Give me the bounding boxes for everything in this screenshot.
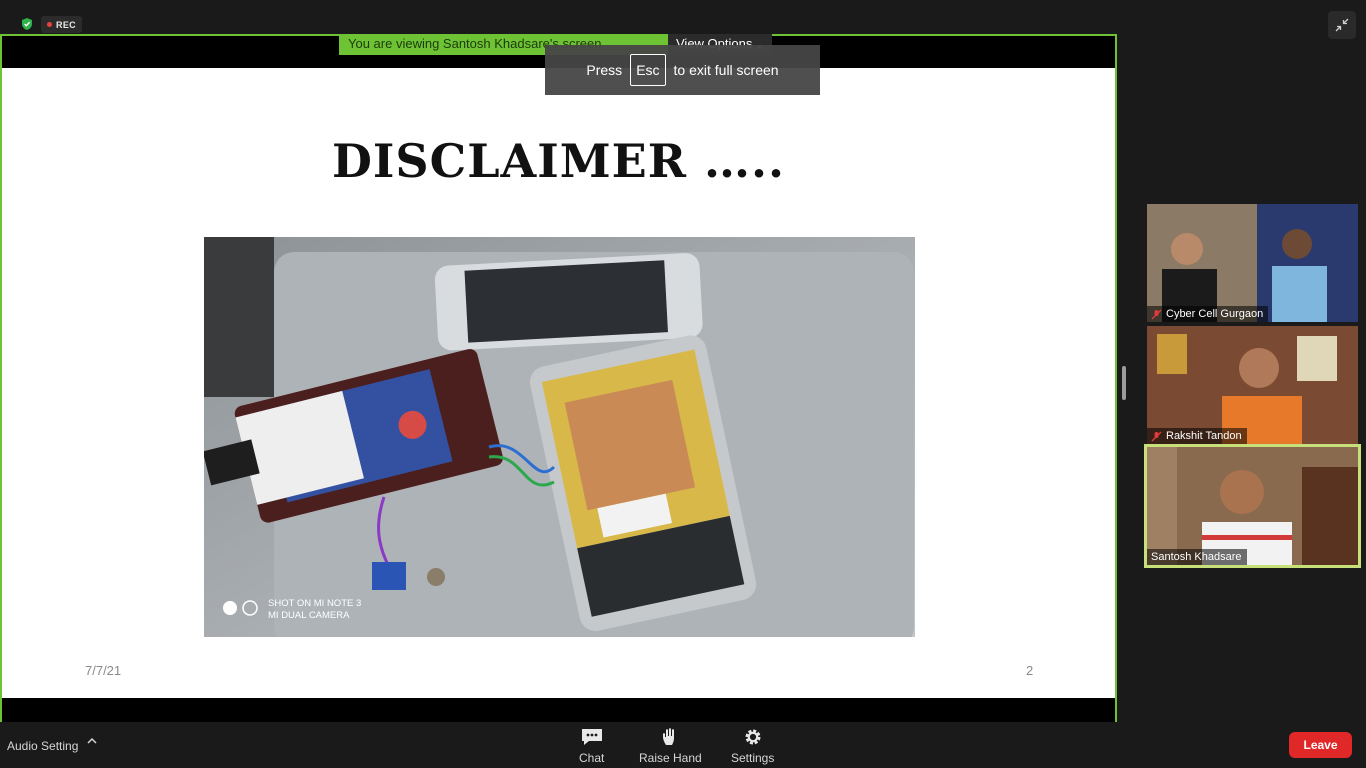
participant-name-tag: Cyber Cell Gurgaon [1147, 306, 1269, 322]
gear-icon [745, 729, 761, 745]
chat-label: Chat [579, 751, 605, 765]
chat-bubble-icon [581, 729, 602, 745]
participant-name: Santosh Khadsare [1151, 551, 1242, 563]
collapse-arrows-icon [1335, 18, 1349, 32]
participant-name: Cyber Cell Gurgaon [1166, 308, 1264, 320]
photo-watermark-line2: MI DUAL CAMERA [268, 610, 350, 621]
chevron-up-icon[interactable] [86, 736, 98, 746]
toast-press-text: Press [586, 62, 623, 78]
meeting-toolbar: Audio Setting Chat Raise Hand Settings L… [0, 722, 1366, 768]
photo-watermark-line1: SHOT ON MI NOTE 3 [268, 598, 361, 609]
raise-hand-label: Raise Hand [639, 751, 702, 765]
esc-key-label: Esc [630, 54, 666, 86]
muted-microphone-icon [1151, 309, 1162, 319]
security-shield-icon[interactable] [20, 17, 34, 31]
exit-fullscreen-toast: Press Esc to exit full screen [545, 45, 820, 95]
participant-name: Rakshit Tandon [1166, 430, 1242, 442]
raise-hand-button[interactable]: Raise Hand [639, 727, 702, 765]
participant-tile-rakshit-tandon[interactable]: Rakshit Tandon [1147, 326, 1358, 444]
participant-tile-cyber-cell-gurgaon[interactable]: Cyber Cell Gurgaon [1147, 204, 1358, 322]
panel-resize-handle[interactable] [1122, 366, 1126, 400]
settings-button[interactable]: Settings [731, 727, 774, 765]
slide-page-number: 2 [1026, 663, 1034, 678]
participant-name-tag: Rakshit Tandon [1147, 428, 1247, 444]
muted-microphone-icon [1151, 431, 1162, 441]
participant-tile-santosh-khadsare[interactable]: Santosh Khadsare [1144, 444, 1361, 568]
settings-label: Settings [731, 751, 775, 765]
recording-dot-icon [47, 22, 53, 27]
raised-hand-icon [663, 728, 675, 745]
leave-button[interactable]: Leave [1289, 732, 1352, 758]
toast-suffix-text: to exit full screen [673, 62, 779, 78]
slide-date: 7/7/21 [85, 663, 122, 678]
slide-title: DISCLAIMER ….. [331, 134, 786, 188]
audio-setting-button[interactable]: Audio Setting [7, 739, 78, 753]
exit-fullscreen-button[interactable] [1328, 11, 1356, 39]
chat-button[interactable]: Chat [579, 727, 604, 765]
recording-badge[interactable]: REC [41, 16, 82, 33]
presentation-slide: DISCLAIMER ….. SHOT ON MI NOTE 3 MI DUAL… [2, 68, 1115, 698]
recording-label: REC [56, 19, 76, 30]
slide-photo: SHOT ON MI NOTE 3 MI DUAL CAMERA [204, 237, 915, 637]
participant-name-tag: Santosh Khadsare [1147, 549, 1247, 565]
